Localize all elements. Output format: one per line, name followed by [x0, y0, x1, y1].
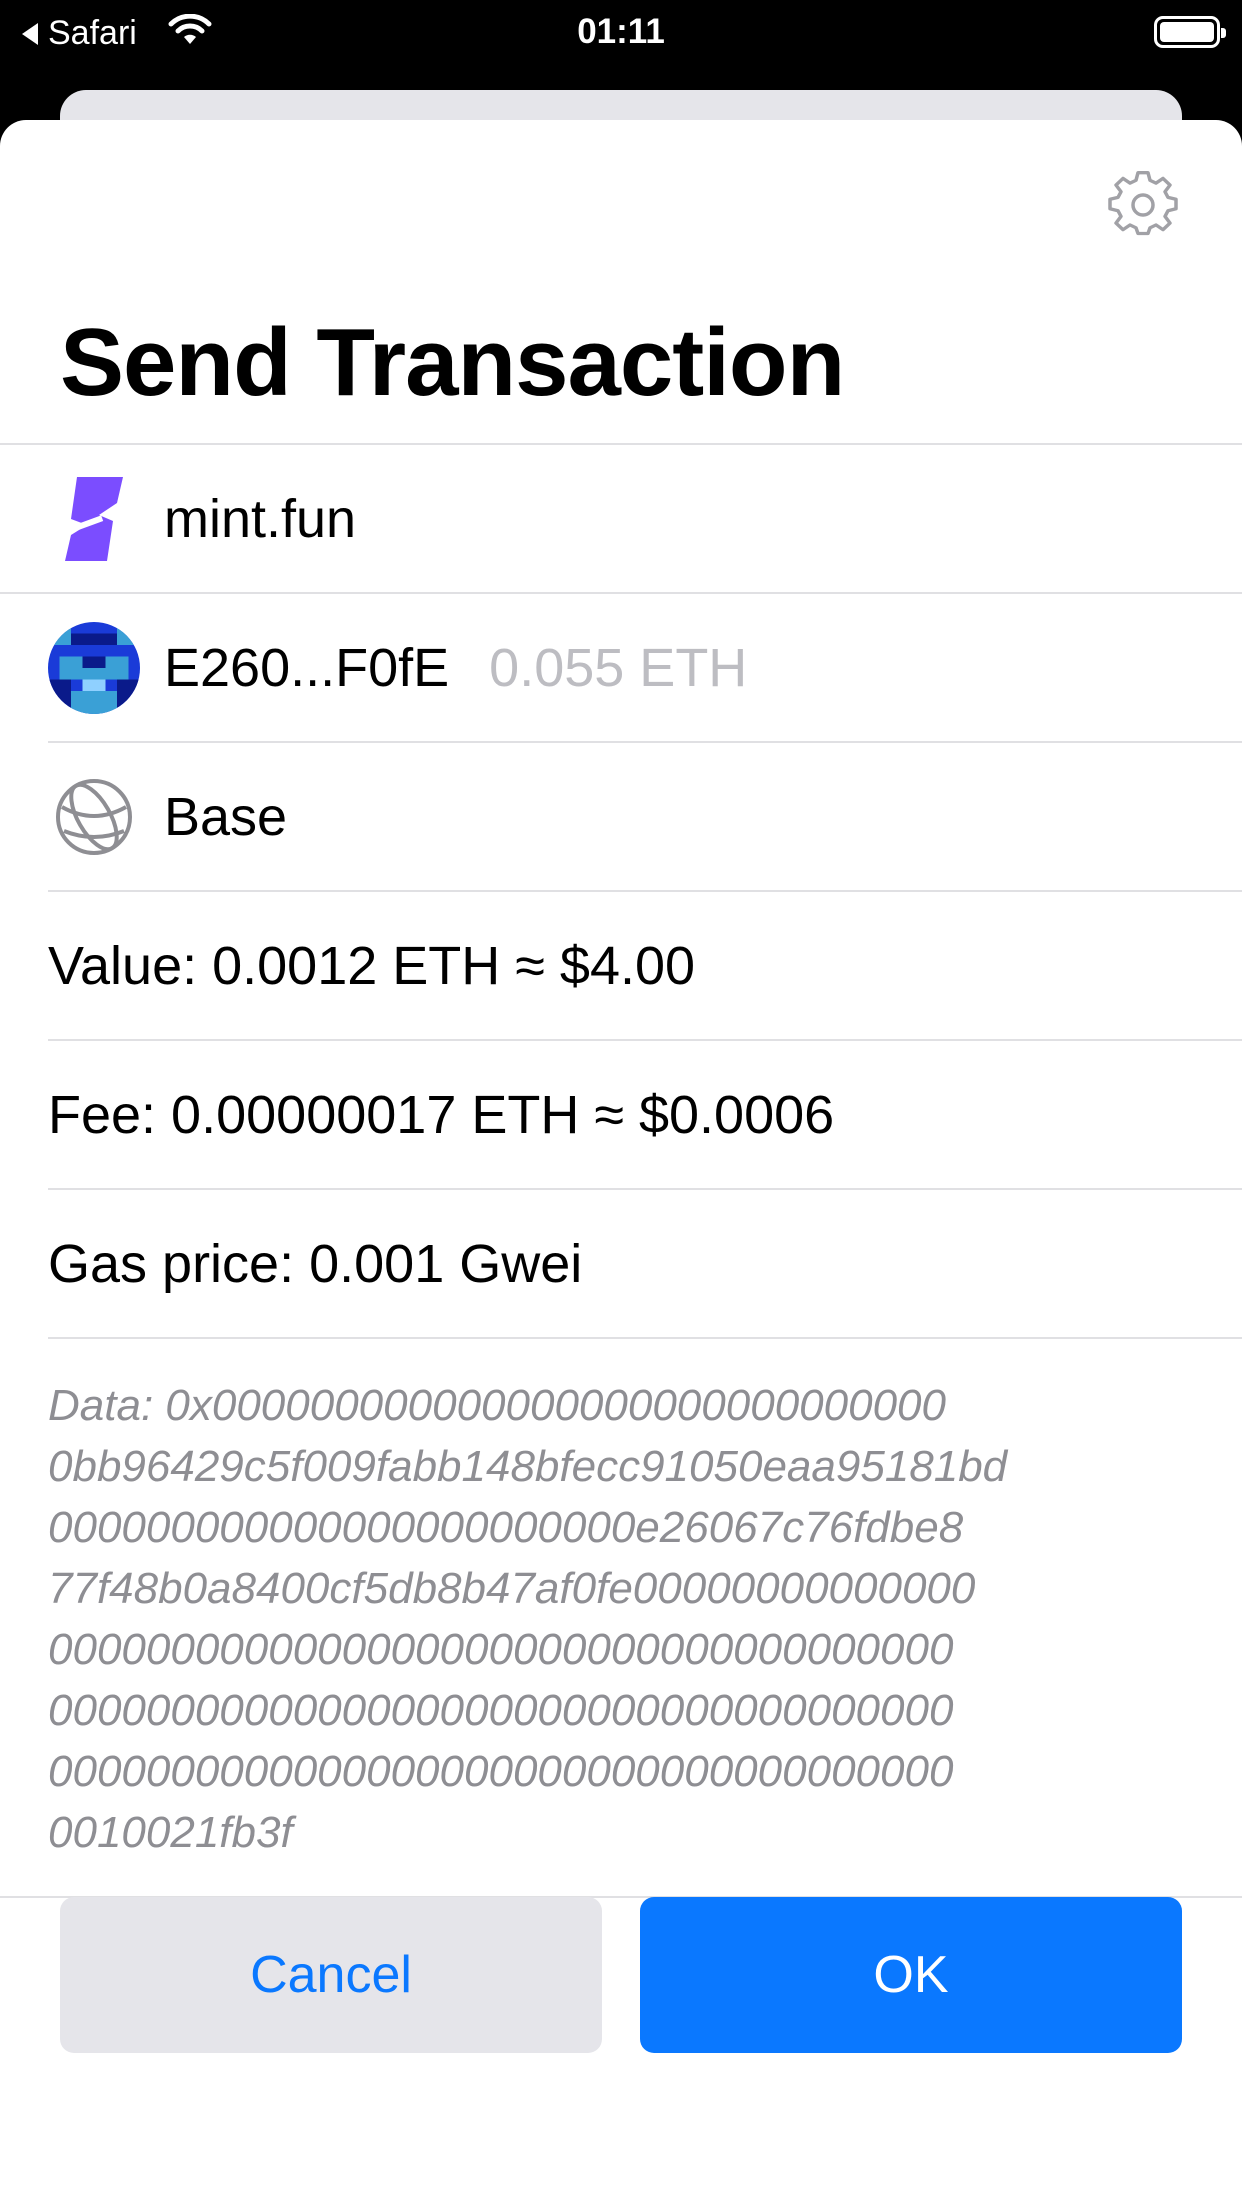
battery-icon [1154, 16, 1226, 48]
gas-price-row[interactable]: Gas price: 0.001 Gwei [48, 1190, 1242, 1338]
pixel-avatar-icon [48, 622, 140, 714]
gas-price-text: Gas price: 0.001 Gwei [48, 1234, 583, 1294]
account-address: E260...F0fE [164, 638, 450, 698]
divider [48, 1337, 1242, 1339]
data-line: 0000000000000000000000000000000000000 [48, 1625, 954, 1674]
transaction-data: Data: 0x000000000000000000000000000000 0… [48, 1375, 1208, 1863]
dapp-row: mint.fun [48, 445, 1242, 593]
data-line: 0010021fb3f [48, 1808, 293, 1857]
data-line: 000000000000000000000000e26067c76fdbe8 [48, 1503, 964, 1552]
account-row[interactable]: E260...F0fE 0.055 ETH [48, 594, 1242, 742]
network-row[interactable]: Base [48, 743, 1242, 891]
fee-text: Fee: 0.00000017 ETH ≈ $0.0006 [48, 1085, 835, 1145]
ok-button[interactable]: OK [640, 1897, 1182, 2053]
dapp-name: mint.fun [164, 489, 357, 549]
mint-fun-logo-icon [48, 473, 140, 565]
clock: 01:11 [577, 12, 665, 51]
data-line: 0000000000000000000000000000000000000 [48, 1747, 954, 1796]
fee-row[interactable]: Fee: 0.00000017 ETH ≈ $0.0006 [48, 1041, 1242, 1189]
gear-icon[interactable] [1108, 170, 1178, 240]
data-line: 0000000000000000000000000000000000000 [48, 1686, 954, 1735]
data-line: 77f48b0a8400cf5db8b47af0fe00000000000000 [48, 1564, 976, 1613]
transaction-sheet: Send Transaction mint.fun E260...F0fE 0.… [0, 120, 1242, 2208]
value-text: Value: 0.0012 ETH ≈ $4.00 [48, 936, 696, 996]
account-balance: 0.055 ETH [489, 638, 748, 698]
value-row: Value: 0.0012 ETH ≈ $4.00 [48, 892, 1242, 1040]
cancel-button[interactable]: Cancel [60, 1897, 602, 2053]
page-title: Send Transaction [60, 309, 845, 416]
data-line: Data: 0x000000000000000000000000000000 [48, 1381, 946, 1430]
status-bar: Safari 01:11 [0, 0, 1242, 64]
data-line: 0bb96429c5f009fabb148bfecc91050eaa95181b… [48, 1442, 1008, 1491]
network-name: Base [164, 787, 288, 847]
globe-icon [48, 771, 140, 863]
